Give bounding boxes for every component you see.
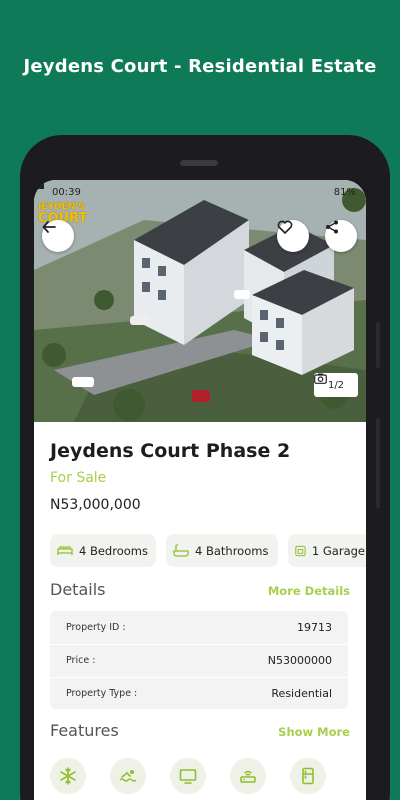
features-heading: Features bbox=[50, 721, 119, 740]
property-image[interactable]: 00:39 81% JEYDEN'S COURT 1/2 bbox=[34, 180, 366, 422]
phone-speaker bbox=[180, 160, 218, 166]
bathtub-icon bbox=[173, 543, 189, 557]
details-label: Price : bbox=[66, 655, 96, 666]
share-button[interactable] bbox=[325, 220, 357, 252]
garage-icon bbox=[295, 545, 306, 556]
more-details-link[interactable]: More Details bbox=[268, 584, 350, 598]
arrow-left-icon bbox=[42, 221, 56, 233]
feature-air-conditioning[interactable] bbox=[50, 758, 86, 794]
details-heading: Details bbox=[50, 580, 106, 599]
details-table: Property ID : 19713 Price : N53000000 Pr… bbox=[50, 611, 348, 709]
details-value: N53000000 bbox=[267, 654, 332, 667]
details-row: Price : N53000000 bbox=[50, 644, 348, 676]
amenity-chips: 4 Bedrooms 4 Bathrooms 1 Garage bbox=[50, 534, 366, 567]
details-row: Property Type : Residential bbox=[50, 677, 348, 709]
status-bar: 00:39 81% bbox=[34, 180, 366, 204]
status-time: 00:39 bbox=[52, 186, 81, 198]
fridge-icon bbox=[302, 767, 314, 785]
back-button[interactable] bbox=[42, 220, 74, 252]
app-screen: 00:39 81% JEYDEN'S COURT 1/2 Jeydens Cou… bbox=[34, 180, 366, 800]
bed-icon bbox=[57, 545, 73, 555]
snowflake-icon bbox=[60, 767, 76, 785]
heart-icon bbox=[277, 220, 293, 234]
details-value: Residential bbox=[271, 687, 332, 700]
photo-counter[interactable]: 1/2 bbox=[314, 373, 358, 397]
details-value: 19713 bbox=[297, 620, 332, 634]
details-row: Property ID : 19713 bbox=[50, 611, 348, 643]
chip-label: 1 Garage bbox=[311, 543, 365, 558]
chip-bedrooms: 4 Bedrooms bbox=[50, 534, 156, 567]
chip-garage: 1 Garage bbox=[288, 534, 366, 567]
phone-side-button bbox=[376, 418, 380, 508]
camera-icon bbox=[314, 373, 327, 384]
share-icon bbox=[326, 220, 338, 234]
chip-label: 4 Bedrooms bbox=[79, 543, 148, 558]
router-icon bbox=[240, 770, 256, 783]
details-label: Property Type : bbox=[66, 688, 138, 699]
property-title: Jeydens Court Phase 2 bbox=[50, 440, 291, 462]
favorite-button[interactable] bbox=[277, 220, 309, 252]
swimming-pool-icon bbox=[119, 770, 137, 782]
show-more-link[interactable]: Show More bbox=[278, 725, 350, 739]
details-label: Property ID : bbox=[66, 621, 126, 633]
feature-tv[interactable] bbox=[170, 758, 206, 794]
feature-internet[interactable] bbox=[230, 758, 266, 794]
photo-counter-text: 1/2 bbox=[327, 379, 345, 391]
battery-level: 81% bbox=[333, 186, 356, 198]
feature-refrigerator[interactable] bbox=[290, 758, 326, 794]
chip-label: 4 Bathrooms bbox=[195, 543, 269, 558]
tv-icon bbox=[179, 769, 197, 784]
feature-swimming-pool[interactable] bbox=[110, 758, 146, 794]
listing-status: For Sale bbox=[50, 470, 107, 486]
phone-side-button bbox=[376, 322, 380, 368]
features-list bbox=[50, 758, 326, 794]
property-price: N53,000,000 bbox=[50, 497, 141, 513]
signal-icon bbox=[34, 180, 44, 189]
promo-title: Jeydens Court - Residential Estate bbox=[23, 56, 377, 77]
chip-bathrooms: 4 Bathrooms bbox=[166, 534, 278, 567]
